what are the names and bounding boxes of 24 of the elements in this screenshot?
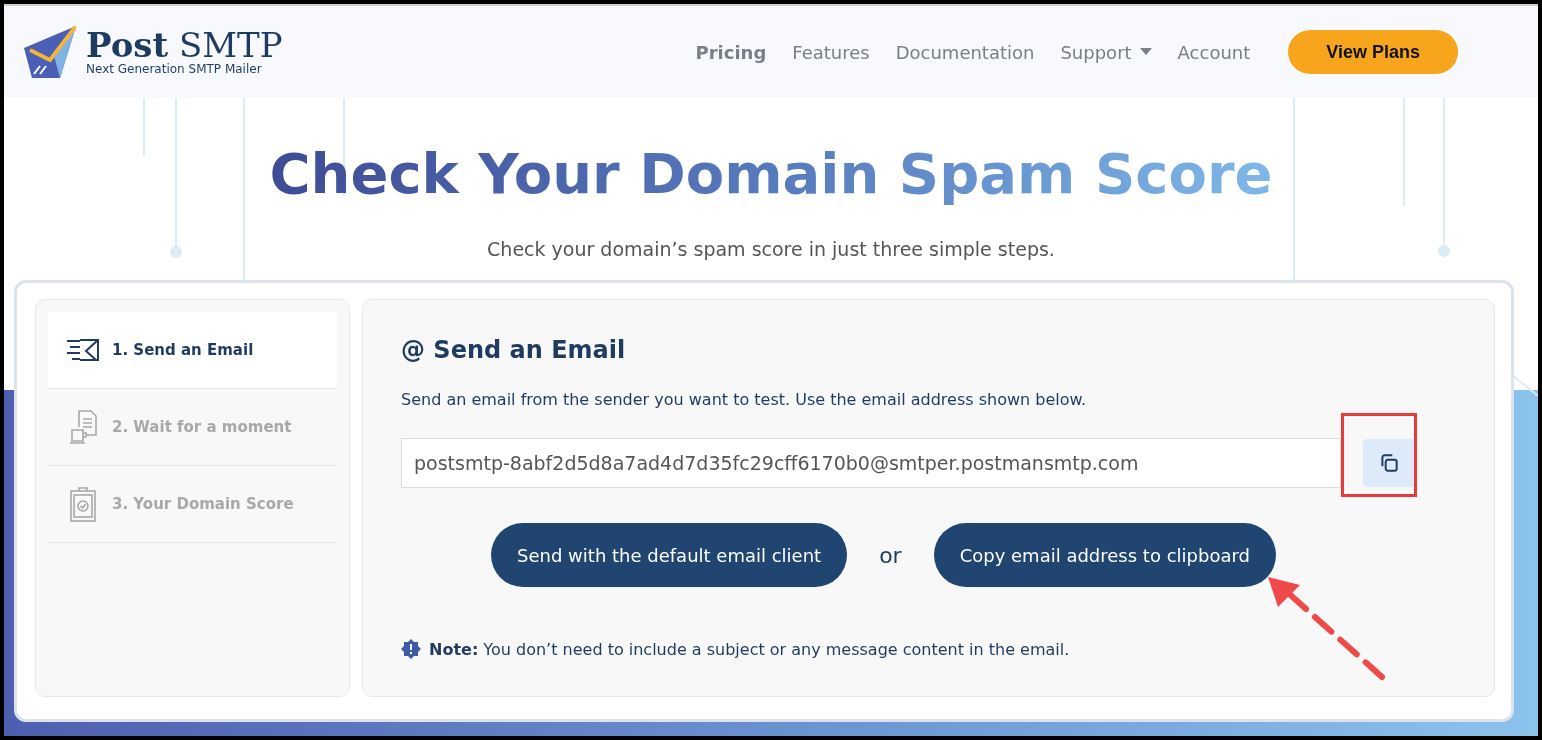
step-item[interactable]: 1. Send an Email <box>48 312 337 389</box>
nav-link[interactable]: Documentation <box>895 41 1035 63</box>
note-text: Note: You don’t need to include a subject or any message content in the email. <box>429 639 1070 659</box>
logo-tagline: Next Generation SMTP Mailer <box>86 62 263 76</box>
page-subtitle: Check your domain’s spam score in just three simple steps. <box>486 238 1056 260</box>
email-address-field[interactable]: postsmtp-8abf2d5d8a7ad4d7d35fc29cff6170b0@smtper.postmansmtp.com <box>401 438 1341 488</box>
send-email-button[interactable]: Send with the default email client <box>491 523 848 587</box>
nav-link[interactable]: Features <box>792 41 870 63</box>
copy-icon <box>1378 452 1400 474</box>
envelope-icon <box>66 338 100 362</box>
alert-badge-icon <box>401 639 421 659</box>
logo-icon <box>24 26 76 78</box>
logo-wordmark: Post SMTP <box>86 28 283 62</box>
instruction-text: Send an email from the sender you want to test. Use the email address shown below. <box>401 390 1088 409</box>
copy-email-button[interactable]: Copy email address to clipboard <box>933 523 1276 587</box>
copy-button[interactable] <box>1363 439 1415 487</box>
step-item[interactable]: 2. Wait for a moment <box>48 389 337 466</box>
view-plans-button[interactable]: View Plans <box>1288 30 1458 74</box>
nav-link[interactable]: Account <box>1177 41 1251 63</box>
step-item[interactable]: 3. Your Domain Score <box>48 466 337 543</box>
nav-link[interactable]: Pricing <box>695 41 767 63</box>
section-heading: @ Send an Email <box>401 336 627 364</box>
nav-link[interactable]: Support <box>1060 41 1152 63</box>
separator-text: or <box>879 542 902 568</box>
